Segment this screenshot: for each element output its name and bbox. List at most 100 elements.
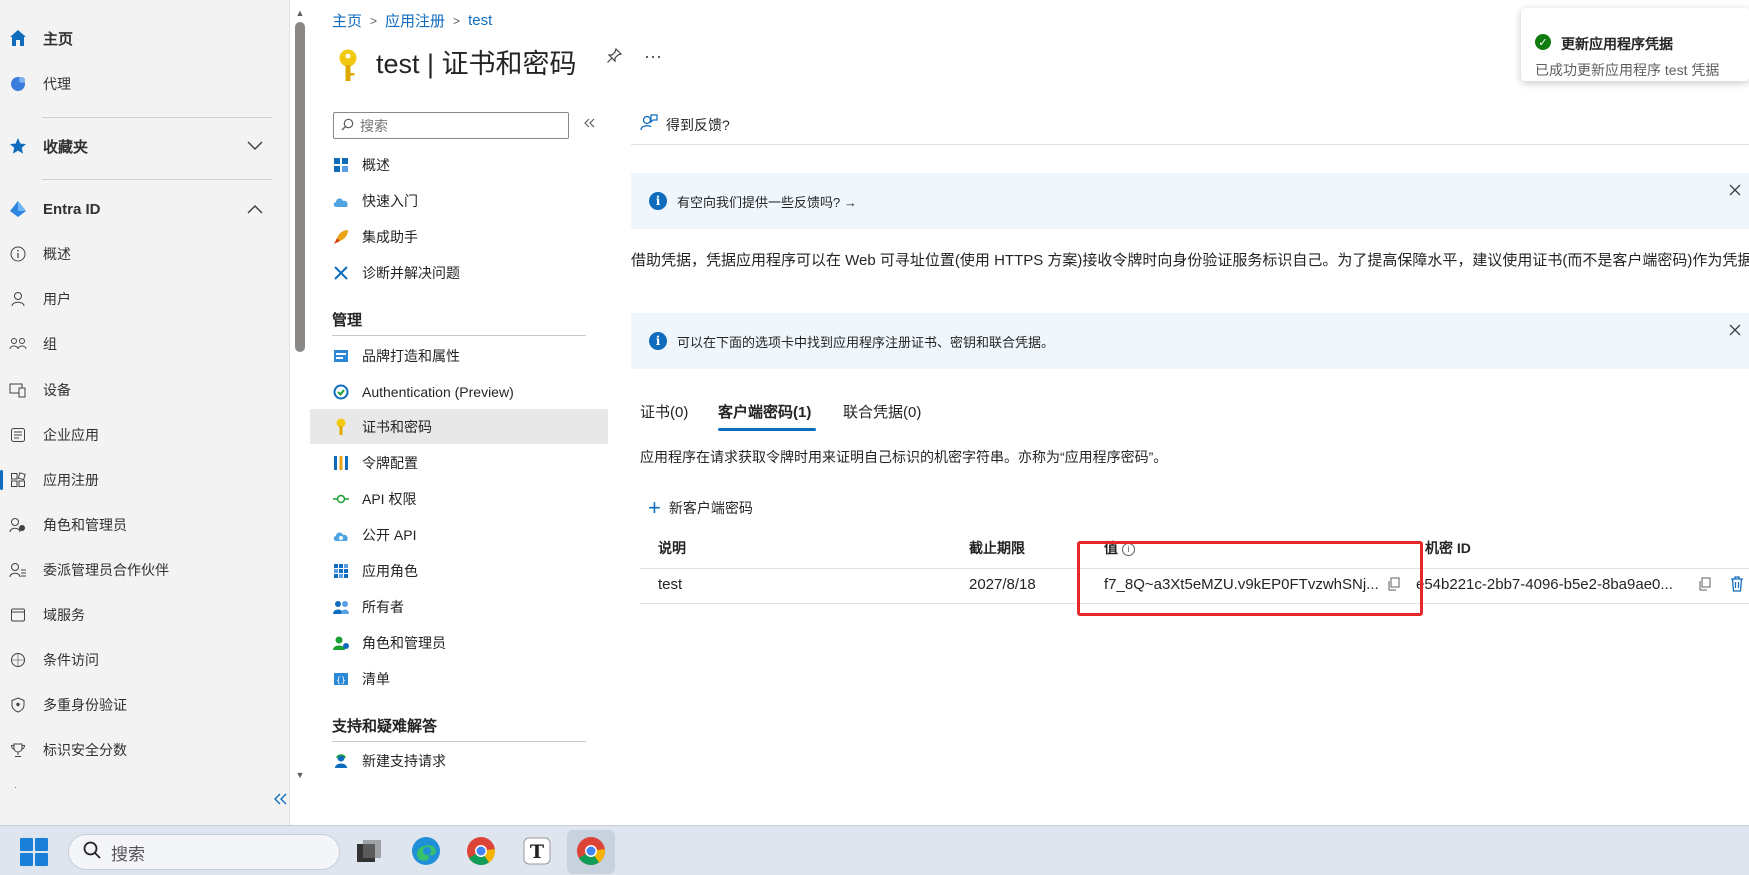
page-title: test | 证书和密码	[376, 49, 577, 79]
menu-item-roles-admins[interactable]: 角色和管理员	[310, 625, 608, 660]
nav-mfa[interactable]: 多重身份验证	[0, 687, 275, 723]
entra-icon	[8, 199, 28, 219]
chrome-browser-icon[interactable]	[465, 835, 497, 867]
more-options-icon[interactable]: ···	[644, 46, 662, 67]
new-client-secret-label: 新客户端密码	[668, 500, 753, 516]
new-client-secret-button[interactable]: + 新客户端密码	[648, 497, 753, 519]
nav-roles-admins[interactable]: 角色和管理员	[0, 507, 275, 543]
nav-home-label: 主页	[43, 30, 74, 48]
menu-item-owners[interactable]: 所有者	[310, 589, 608, 624]
menu-item-overview[interactable]: 概述	[310, 147, 608, 182]
scrollbar-thumb[interactable]	[295, 22, 305, 352]
more-nav-indicator: ·	[14, 782, 18, 793]
nav-item-label: 企业应用	[43, 427, 99, 443]
cell-expires: 2027/8/18	[969, 576, 1036, 593]
typora-app-icon[interactable]: T	[521, 835, 553, 867]
device-icon	[8, 380, 28, 400]
nav-item-label: 域服务	[43, 607, 85, 623]
svg-text:T: T	[530, 841, 544, 863]
nav-users[interactable]: 用户	[0, 281, 275, 317]
delete-icon[interactable]	[1730, 576, 1744, 597]
cell-secret-id: e54b221c-2bb7-4096-b5e2-8ba9ae0...	[1416, 576, 1673, 593]
nav-agent-label: 代理	[43, 76, 71, 92]
left-nav-scrollbar[interactable]: ▲ ▼	[294, 8, 306, 783]
notification-toast[interactable]: ✓ 更新应用程序凭据 已成功更新应用程序 test 凭据	[1521, 8, 1749, 81]
conditional-access-icon	[8, 650, 28, 670]
tab-client-secrets[interactable]: 客户端密码(1)	[718, 401, 811, 422]
tab-certificates[interactable]: 证书(0)	[640, 401, 688, 422]
chrome-browser-active-icon[interactable]	[575, 835, 607, 867]
nav-overview[interactable]: 概述	[0, 236, 275, 272]
nav-item-label: 委派管理员合作伙伴	[43, 562, 169, 578]
menu-search-box[interactable]	[333, 112, 569, 139]
nav-agent[interactable]: 代理	[0, 66, 275, 102]
menu-item-app-roles[interactable]: 应用角色	[310, 553, 608, 588]
divider	[332, 335, 586, 336]
plus-icon: +	[648, 495, 661, 520]
menu-item-integration-assistant[interactable]: 集成助手	[310, 219, 608, 254]
windows-start-icon[interactable]	[20, 838, 48, 866]
breadcrumb-app-registrations[interactable]: 应用注册	[385, 10, 445, 31]
nav-domain-services[interactable]: 域服务	[0, 597, 275, 633]
nav-favorites[interactable]: 收藏夹	[0, 128, 275, 164]
menu-item-certificates-secrets[interactable]: 证书和密码	[310, 409, 608, 444]
tab-federated-credentials[interactable]: 联合凭据(0)	[843, 401, 921, 422]
cloud-icon	[332, 192, 350, 210]
nav-groups[interactable]: 组	[0, 326, 275, 362]
info-icon: i	[649, 192, 667, 210]
authentication-icon	[332, 383, 350, 401]
breadcrumb: 主页 > 应用注册 > test	[332, 10, 492, 31]
menu-search-input[interactable]	[360, 117, 550, 134]
menu-item-label: 公开 API	[362, 526, 417, 543]
nav-devices[interactable]: 设备	[0, 372, 275, 408]
menu-section-support: 支持和疑难解答	[332, 718, 438, 735]
copy-icon[interactable]	[1698, 577, 1711, 594]
nav-enterprise-apps[interactable]: 企业应用	[0, 417, 275, 453]
active-tab-indicator	[718, 428, 816, 431]
nav-secure-score[interactable]: 标识安全分数	[0, 732, 275, 768]
nav-item-label: 条件访问	[43, 652, 99, 668]
collapse-menu-icon[interactable]	[584, 115, 596, 132]
owners-icon	[332, 598, 350, 616]
agent-icon	[8, 74, 28, 94]
scroll-up-arrow-icon[interactable]: ▲	[294, 8, 306, 18]
nav-home[interactable]: 主页	[0, 20, 275, 56]
feedback-link[interactable]: 得到反馈?	[640, 114, 730, 135]
info-icon: i	[649, 332, 667, 350]
expose-api-icon	[332, 526, 350, 544]
menu-item-branding[interactable]: 品牌打造和属性	[310, 338, 608, 373]
nav-conditional-access[interactable]: 条件访问	[0, 642, 275, 678]
menu-item-label: 诊断并解决问题	[362, 264, 460, 281]
menu-item-label: 所有者	[362, 598, 404, 615]
menu-item-manifest[interactable]: {} 清单	[310, 661, 608, 696]
column-header-description: 说明	[658, 540, 686, 556]
chevron-right-icon: >	[370, 13, 378, 28]
nav-delegated-partners[interactable]: 委派管理员合作伙伴	[0, 552, 275, 588]
menu-item-api-permissions[interactable]: API 权限	[310, 481, 608, 516]
nav-entra-id[interactable]: Entra ID	[0, 191, 275, 227]
edge-browser-icon[interactable]	[410, 835, 442, 867]
menu-item-authentication[interactable]: Authentication (Preview)	[310, 374, 608, 409]
menu-item-diagnose[interactable]: 诊断并解决问题	[310, 255, 608, 290]
taskbar-search[interactable]: 搜索	[68, 834, 340, 870]
menu-item-label: 清单	[362, 670, 390, 687]
scroll-down-arrow-icon[interactable]: ▼	[294, 770, 306, 780]
menu-item-expose-api[interactable]: 公开 API	[310, 517, 608, 552]
menu-item-token-config[interactable]: 令牌配置	[310, 445, 608, 480]
close-icon[interactable]	[1729, 323, 1741, 340]
breadcrumb-test[interactable]: test	[468, 12, 492, 29]
collapse-nav-icon[interactable]	[274, 792, 288, 810]
cell-description: test	[658, 576, 683, 593]
breadcrumb-home[interactable]: 主页	[332, 10, 362, 31]
task-view-icon[interactable]	[353, 835, 385, 867]
feedback-banner-text[interactable]: 有空向我们提供一些反馈吗? →	[677, 192, 857, 211]
menu-item-new-support-request[interactable]: 新建支持请求	[310, 743, 608, 778]
nav-entra-label: Entra ID	[43, 200, 101, 218]
menu-item-label: Authentication (Preview)	[362, 383, 514, 400]
pin-icon[interactable]	[606, 47, 623, 69]
menu-item-quickstart[interactable]: 快速入门	[310, 183, 608, 218]
nav-app-registrations[interactable]: 应用注册	[0, 462, 275, 498]
menu-item-label: 令牌配置	[362, 454, 418, 471]
close-icon[interactable]	[1729, 183, 1741, 200]
info-icon	[8, 244, 28, 264]
